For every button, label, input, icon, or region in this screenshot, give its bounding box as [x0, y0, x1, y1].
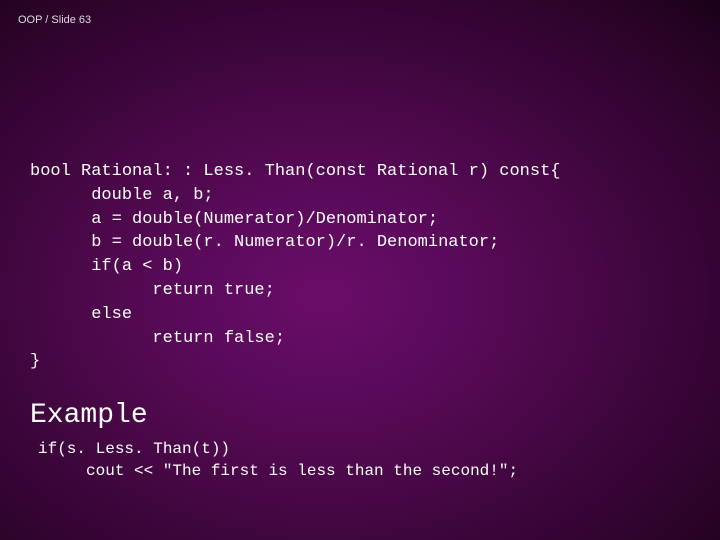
- code-line-1: bool Rational: : Less. Than(const Ration…: [30, 162, 561, 181]
- code-block: bool Rational: : Less. Than(const Ration…: [30, 160, 561, 374]
- code-line-3: a = double(Numerator)/Denominator;: [30, 210, 438, 229]
- code-line-5: if(a < b): [30, 257, 183, 276]
- code-line-2: double a, b;: [30, 186, 214, 205]
- example-heading: Example: [30, 400, 148, 431]
- code-line-4: b = double(r. Numerator)/r. Denominator;: [30, 233, 499, 252]
- code-line-7: else: [30, 305, 132, 324]
- code-line-9: }: [30, 352, 40, 371]
- example-code-block: if(s. Less. Than(t)) cout << "The first …: [38, 438, 518, 483]
- code-line-8: return false;: [30, 329, 285, 348]
- slide-header: OOP / Slide 63: [18, 14, 91, 26]
- example-line-1: if(s. Less. Than(t)): [38, 440, 230, 458]
- example-line-2: cout << "The first is less than the seco…: [38, 462, 518, 480]
- code-line-6: return true;: [30, 281, 275, 300]
